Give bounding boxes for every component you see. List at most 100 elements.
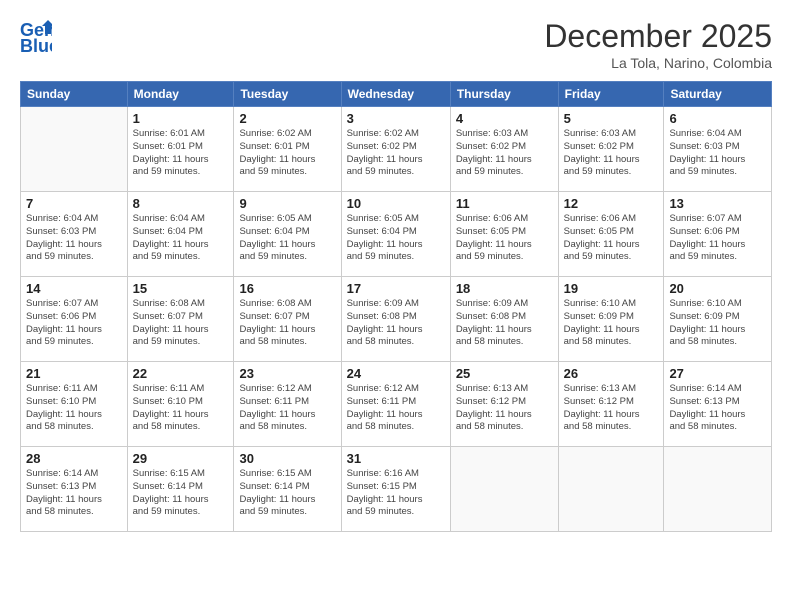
day-number: 18 — [456, 281, 553, 296]
day-number: 16 — [239, 281, 335, 296]
calendar-cell: 16Sunrise: 6:08 AM Sunset: 6:07 PM Dayli… — [234, 277, 341, 362]
day-number: 30 — [239, 451, 335, 466]
calendar-cell: 14 Sunrise: 6:07 AM Sunset: 6:06 PM Dayli… — [21, 277, 128, 362]
calendar-cell: 2 Sunrise: 6:02 AM Sunset: 6:01 PM Daylig… — [234, 107, 341, 192]
calendar-cell: 27 Sunrise: 6:14 AM Sunset: 6:13 PM Dayli… — [664, 362, 772, 447]
day-number: 3 — [347, 111, 445, 126]
day-info: Sunrise: 6:02 AM Sunset: 6:01 PM Dayligh… — [239, 128, 335, 179]
day-info: Sunrise: 6:14 AM Sunset: 6:13 PM Dayligh… — [669, 383, 766, 434]
logo: General Blue — [20, 18, 52, 54]
calendar-cell — [558, 447, 664, 532]
calendar-cell: 19 Sunrise: 6:10 AM Sunset: 6:09 PM Dayli… — [558, 277, 664, 362]
calendar-cell: 5 Sunrise: 6:03 AM Sunset: 6:02 PM Daylig… — [558, 107, 664, 192]
day-info: Sunrise: 6:07 AM Sunset: 6:06 PM Dayligh… — [669, 213, 766, 264]
location-subtitle: La Tola, Narino, Colombia — [544, 55, 772, 71]
day-number: 9 — [239, 196, 335, 211]
day-info: Sunrise: 6:13 AM Sunset: 6:12 PM Dayligh… — [564, 383, 659, 434]
day-info: Sunrise: 6:15 AM Sunset: 6:14 PM Dayligh… — [239, 468, 335, 519]
calendar-cell: 10 Sunrise: 6:05 AM Sunset: 6:04 PM Dayli… — [341, 192, 450, 277]
weekday-header: Thursday — [450, 82, 558, 107]
day-number: 20 — [669, 281, 766, 296]
day-number: 23 — [239, 366, 335, 381]
calendar-cell: 3 Sunrise: 6:02 AM Sunset: 6:02 PM Daylig… — [341, 107, 450, 192]
day-number: 22 — [133, 366, 229, 381]
calendar-cell: 8 Sunrise: 6:04 AM Sunset: 6:04 PM Daylig… — [127, 192, 234, 277]
day-info: Sunrise: 6:12 AM Sunset: 6:11 PM Dayligh… — [347, 383, 445, 434]
calendar-cell: 18Sunrise: 6:09 AM Sunset: 6:08 PM Dayli… — [450, 277, 558, 362]
day-number: 4 — [456, 111, 553, 126]
day-number: 10 — [347, 196, 445, 211]
calendar-cell: 7Sunrise: 6:04 AM Sunset: 6:03 PM Daylig… — [21, 192, 128, 277]
day-number: 24 — [347, 366, 445, 381]
day-info: Sunrise: 6:16 AM Sunset: 6:15 PM Dayligh… — [347, 468, 445, 519]
calendar-cell: 30 Sunrise: 6:15 AM Sunset: 6:14 PM Dayli… — [234, 447, 341, 532]
day-info: Sunrise: 6:14 AM Sunset: 6:13 PM Dayligh… — [26, 468, 122, 519]
day-info: Sunrise: 6:05 AM Sunset: 6:04 PM Dayligh… — [347, 213, 445, 264]
day-info: Sunrise: 6:07 AM Sunset: 6:06 PM Dayligh… — [26, 298, 122, 349]
day-number: 26 — [564, 366, 659, 381]
day-info: Sunrise: 6:08 AM Sunset: 6:07 PM Dayligh… — [133, 298, 229, 349]
day-number: 28 — [26, 451, 122, 466]
day-number: 6 — [669, 111, 766, 126]
calendar-cell: 4 Sunrise: 6:03 AM Sunset: 6:02 PM Daylig… — [450, 107, 558, 192]
day-info: Sunrise: 6:12 AM Sunset: 6:11 PM Dayligh… — [239, 383, 335, 434]
calendar-cell: 29 Sunrise: 6:15 AM Sunset: 6:14 PM Dayli… — [127, 447, 234, 532]
weekday-header: Tuesday — [234, 82, 341, 107]
day-number: 13 — [669, 196, 766, 211]
day-info: Sunrise: 6:10 AM Sunset: 6:09 PM Dayligh… — [669, 298, 766, 349]
calendar-cell: 24 Sunrise: 6:12 AM Sunset: 6:11 PM Dayli… — [341, 362, 450, 447]
day-number: 21 — [26, 366, 122, 381]
title-block: December 2025 La Tola, Narino, Colombia — [544, 18, 772, 71]
day-number: 2 — [239, 111, 335, 126]
day-number: 15 — [133, 281, 229, 296]
day-info: Sunrise: 6:15 AM Sunset: 6:14 PM Dayligh… — [133, 468, 229, 519]
day-info: Sunrise: 6:05 AM Sunset: 6:04 PM Dayligh… — [239, 213, 335, 264]
calendar-cell: 26 Sunrise: 6:13 AM Sunset: 6:12 PM Dayli… — [558, 362, 664, 447]
day-number: 29 — [133, 451, 229, 466]
page: General Blue December 2025 La Tola, Nari… — [0, 0, 792, 612]
day-info: Sunrise: 6:06 AM Sunset: 6:05 PM Dayligh… — [456, 213, 553, 264]
weekday-header: Monday — [127, 82, 234, 107]
calendar-cell: 22 Sunrise: 6:11 AM Sunset: 6:10 PM Dayli… — [127, 362, 234, 447]
day-number: 25 — [456, 366, 553, 381]
day-info: Sunrise: 6:03 AM Sunset: 6:02 PM Dayligh… — [564, 128, 659, 179]
day-info: Sunrise: 6:13 AM Sunset: 6:12 PM Dayligh… — [456, 383, 553, 434]
day-info: Sunrise: 6:01 AM Sunset: 6:01 PM Dayligh… — [133, 128, 229, 179]
day-info: Sunrise: 6:09 AM Sunset: 6:08 PM Dayligh… — [347, 298, 445, 349]
calendar-cell: 17 Sunrise: 6:09 AM Sunset: 6:08 PM Dayli… — [341, 277, 450, 362]
day-info: Sunrise: 6:02 AM Sunset: 6:02 PM Dayligh… — [347, 128, 445, 179]
day-number: 14 — [26, 281, 122, 296]
calendar-cell: 21Sunrise: 6:11 AM Sunset: 6:10 PM Dayli… — [21, 362, 128, 447]
day-info: Sunrise: 6:10 AM Sunset: 6:09 PM Dayligh… — [564, 298, 659, 349]
day-info: Sunrise: 6:11 AM Sunset: 6:10 PM Dayligh… — [133, 383, 229, 434]
day-number: 8 — [133, 196, 229, 211]
calendar-cell: 12Sunrise: 6:06 AM Sunset: 6:05 PM Dayli… — [558, 192, 664, 277]
calendar-cell: 9 Sunrise: 6:05 AM Sunset: 6:04 PM Daylig… — [234, 192, 341, 277]
day-number: 5 — [564, 111, 659, 126]
day-number: 12 — [564, 196, 659, 211]
logo-icon: General Blue — [20, 18, 52, 54]
calendar: SundayMondayTuesdayWednesdayThursdayFrid… — [20, 81, 772, 532]
day-info: Sunrise: 6:04 AM Sunset: 6:04 PM Dayligh… — [133, 213, 229, 264]
day-number: 31 — [347, 451, 445, 466]
day-number: 7 — [26, 196, 122, 211]
svg-text:Blue: Blue — [20, 36, 52, 54]
calendar-cell: 23 Sunrise: 6:12 AM Sunset: 6:11 PM Dayli… — [234, 362, 341, 447]
weekday-header: Wednesday — [341, 82, 450, 107]
day-info: Sunrise: 6:03 AM Sunset: 6:02 PM Dayligh… — [456, 128, 553, 179]
calendar-cell — [664, 447, 772, 532]
calendar-cell — [450, 447, 558, 532]
month-title: December 2025 — [544, 18, 772, 55]
calendar-cell: 1Sunrise: 6:01 AM Sunset: 6:01 PM Daylig… — [127, 107, 234, 192]
day-number: 17 — [347, 281, 445, 296]
header: General Blue December 2025 La Tola, Nari… — [20, 18, 772, 71]
calendar-cell: 13 Sunrise: 6:07 AM Sunset: 6:06 PM Dayli… — [664, 192, 772, 277]
day-number: 11 — [456, 196, 553, 211]
day-number: 19 — [564, 281, 659, 296]
calendar-cell: 15 Sunrise: 6:08 AM Sunset: 6:07 PM Dayli… — [127, 277, 234, 362]
calendar-cell: 25 Sunrise: 6:13 AM Sunset: 6:12 PM Dayli… — [450, 362, 558, 447]
calendar-cell: 11 Sunrise: 6:06 AM Sunset: 6:05 PM Dayli… — [450, 192, 558, 277]
day-number: 27 — [669, 366, 766, 381]
calendar-cell: 31 Sunrise: 6:16 AM Sunset: 6:15 PM Dayli… — [341, 447, 450, 532]
weekday-header: Saturday — [664, 82, 772, 107]
